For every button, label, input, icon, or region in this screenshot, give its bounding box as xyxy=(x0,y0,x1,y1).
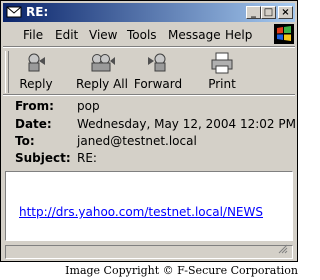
reply-button[interactable]: Reply xyxy=(15,49,57,91)
envelope-icon xyxy=(6,6,22,18)
title-bar[interactable]: RE: _ □ × xyxy=(3,3,295,22)
toolbar-separator xyxy=(3,94,295,96)
window-title: RE: xyxy=(26,5,49,19)
reply-all-button[interactable]: Reply All xyxy=(73,49,131,91)
close-button[interactable]: × xyxy=(278,6,293,19)
status-bar xyxy=(5,244,293,259)
subject-value: RE: xyxy=(77,151,97,165)
menu-view[interactable]: View xyxy=(89,28,117,42)
to-value: janed@testnet.local xyxy=(77,134,197,148)
message-link[interactable]: http://drs.yahoo.com/testnet.local/NEWS xyxy=(19,205,263,219)
toolbar-grip[interactable] xyxy=(5,51,9,93)
menu-separator xyxy=(3,46,295,48)
maximize-button[interactable]: □ xyxy=(261,6,276,19)
menu-bar: File Edit View Tools Message Help xyxy=(3,25,295,45)
windows-logo-icon xyxy=(274,24,294,44)
from-label: From: xyxy=(15,99,54,113)
forward-button[interactable]: Forward xyxy=(133,49,183,91)
minimize-button[interactable]: _ xyxy=(246,6,261,19)
reply-icon xyxy=(28,53,45,72)
date-value: Wednesday, May 12, 2004 12:02 PM xyxy=(77,117,296,131)
email-window: RE: _ □ × File Edit View Tools Message H… xyxy=(0,0,298,262)
print-button[interactable]: Print xyxy=(201,49,243,91)
message-body[interactable]: http://drs.yahoo.com/testnet.local/NEWS xyxy=(5,171,293,241)
menu-file[interactable]: File xyxy=(23,28,43,42)
reply-all-label: Reply All xyxy=(76,77,128,91)
menu-tools[interactable]: Tools xyxy=(127,28,157,42)
resize-grip-icon[interactable] xyxy=(278,244,288,254)
printer-icon xyxy=(211,52,233,74)
forward-label: Forward xyxy=(133,77,183,91)
reply-label: Reply xyxy=(19,77,53,91)
menu-edit[interactable]: Edit xyxy=(55,28,78,42)
reply-all-icon xyxy=(91,54,115,72)
to-label: To: xyxy=(15,134,35,148)
from-value: pop xyxy=(77,99,100,113)
date-label: Date: xyxy=(15,117,52,131)
copyright-caption: Image Copyright © F-Secure Corporation xyxy=(65,264,298,277)
subject-label: Subject: xyxy=(15,151,71,165)
forward-icon xyxy=(148,53,166,72)
menu-message[interactable]: Message xyxy=(168,28,221,42)
print-label: Print xyxy=(208,77,236,91)
menu-help[interactable]: Help xyxy=(225,28,252,42)
